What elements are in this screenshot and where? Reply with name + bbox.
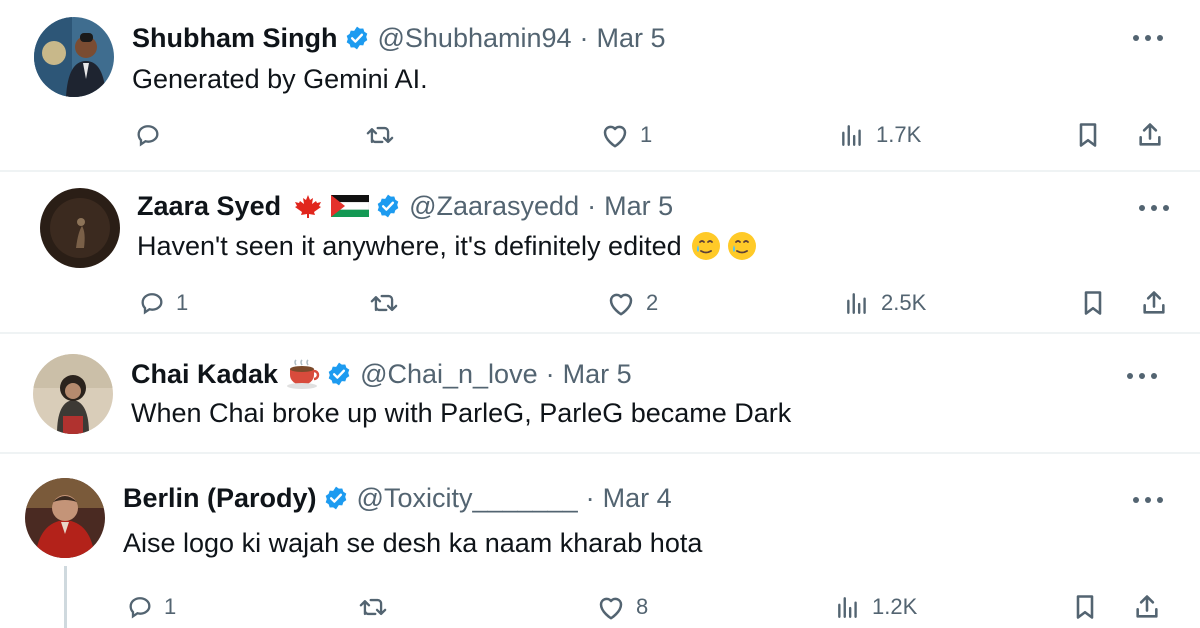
reply-count: 1 <box>164 594 177 619</box>
more-options-button[interactable] <box>1122 366 1162 386</box>
author-handle[interactable]: @Shubhamin94 <box>378 23 572 54</box>
tweet-header: Zaara Syed @Zaarasyedd · Mar 5 <box>137 190 673 222</box>
bookmark-icon <box>1076 595 1094 619</box>
tweet-text: Aise logo ki wajah se desh ka naam khara… <box>123 527 703 558</box>
author-name[interactable]: Chai Kadak <box>131 359 278 390</box>
separator-dot: · <box>545 358 555 389</box>
thread-line <box>64 566 67 628</box>
like-count: 2 <box>646 290 659 315</box>
palestine-flag-icon <box>331 193 370 219</box>
verified-badge-icon <box>323 485 349 511</box>
share-button[interactable] <box>1133 592 1161 622</box>
tweet-date[interactable]: Mar 4 <box>603 483 672 514</box>
avatar[interactable] <box>34 17 114 97</box>
views-icon <box>842 125 861 146</box>
retweet-icon <box>366 126 394 144</box>
more-options-button[interactable] <box>1128 490 1168 510</box>
reply-icon <box>137 125 159 147</box>
view-count: 1.2K <box>872 594 918 619</box>
author-handle[interactable]: @Chai_n_love <box>360 359 538 390</box>
reply-icon <box>129 597 151 619</box>
tweet-header: Shubham Singh @Shubhamin94 · Mar 5 <box>132 22 666 54</box>
tweet-date[interactable]: Mar 5 <box>604 191 673 222</box>
view-count: 2.5K <box>881 290 927 315</box>
views-icon <box>847 293 866 314</box>
more-options-button[interactable] <box>1128 28 1168 48</box>
verified-badge-icon <box>375 193 401 219</box>
tweet-date[interactable]: Mar 5 <box>597 23 666 54</box>
more-icon <box>1139 205 1169 211</box>
tear-smile-emoji-icon <box>726 230 758 262</box>
view-count: 1.7K <box>876 122 922 147</box>
bookmark-icon <box>1084 291 1102 315</box>
more-icon <box>1133 497 1163 503</box>
retweet-button[interactable] <box>365 120 395 150</box>
tweet-text: When Chai broke up with ParleG, ParleG b… <box>131 397 792 428</box>
reply-button[interactable] <box>134 120 162 150</box>
avatar[interactable] <box>25 478 105 558</box>
verified-badge-icon <box>344 25 370 51</box>
like-button[interactable]: 8 <box>596 592 648 622</box>
like-icon <box>609 293 633 316</box>
share-icon <box>1136 595 1158 618</box>
tweet-text: Generated by Gemini AI. <box>132 63 428 94</box>
like-icon <box>603 125 627 148</box>
tweet-chai[interactable]: Chai Kadak @Chai_n_love · Mar 5 When Cha… <box>0 334 1200 450</box>
retweet-button[interactable] <box>369 288 399 318</box>
bookmark-button[interactable] <box>1072 592 1098 622</box>
tweet-shubham[interactable]: Shubham Singh @Shubhamin94 · Mar 5 Gener… <box>0 0 1200 170</box>
tweet-berlin[interactable]: Berlin (Parody) @Toxicity_______ · Mar 4… <box>0 454 1200 628</box>
retweet-button[interactable] <box>358 592 388 622</box>
share-button[interactable] <box>1140 288 1168 318</box>
reply-count: 1 <box>176 290 189 315</box>
author-name[interactable]: Shubham Singh <box>132 23 338 54</box>
separator-dot: · <box>585 482 595 513</box>
share-icon <box>1139 123 1161 146</box>
share-icon <box>1143 291 1165 314</box>
author-name[interactable]: Berlin (Parody) <box>123 483 317 514</box>
more-options-button[interactable] <box>1134 198 1174 218</box>
author-handle[interactable]: @Toxicity_______ <box>357 483 578 514</box>
more-icon <box>1133 35 1163 41</box>
tweet-date[interactable]: Mar 5 <box>563 359 632 390</box>
like-count: 8 <box>636 594 649 619</box>
tweet-header: Berlin (Parody) @Toxicity_______ · Mar 4 <box>123 482 672 514</box>
tear-smile-emoji-icon <box>690 230 722 262</box>
views-button[interactable]: 1.2K <box>834 592 917 622</box>
reply-button[interactable]: 1 <box>138 288 188 318</box>
separator-dot: · <box>579 22 589 53</box>
like-button[interactable]: 1 <box>600 120 652 150</box>
retweet-icon <box>359 598 387 616</box>
author-name[interactable]: Zaara Syed <box>137 191 281 222</box>
bookmark-button[interactable] <box>1075 120 1101 150</box>
share-button[interactable] <box>1136 120 1164 150</box>
avatar[interactable] <box>40 188 120 268</box>
views-icon <box>838 597 857 618</box>
reply-button[interactable]: 1 <box>126 592 176 622</box>
more-icon <box>1127 373 1157 379</box>
bookmark-icon <box>1079 123 1097 147</box>
tweet-zaara[interactable]: Zaara Syed @Zaarasyedd · Mar 5 Haven't s… <box>0 172 1200 332</box>
like-count: 1 <box>640 122 653 147</box>
separator-dot: · <box>587 190 597 221</box>
like-icon <box>599 597 623 620</box>
views-button[interactable]: 2.5K <box>843 288 926 318</box>
views-button[interactable]: 1.7K <box>838 120 921 150</box>
tweet-text: Haven't seen it anywhere, it's definitel… <box>137 228 758 264</box>
verified-badge-icon <box>326 361 352 387</box>
bookmark-button[interactable] <box>1080 288 1106 318</box>
canada-flag-icon <box>291 193 325 219</box>
avatar[interactable] <box>33 354 113 434</box>
author-handle[interactable]: @Zaarasyedd <box>409 191 579 222</box>
retweet-icon <box>370 294 398 312</box>
tweet-header: Chai Kadak @Chai_n_love · Mar 5 <box>131 358 632 390</box>
reply-icon <box>141 293 163 315</box>
like-button[interactable]: 2 <box>606 288 658 318</box>
hot-beverage-icon <box>286 359 320 389</box>
tweet-text-content: Haven't seen it anywhere, it's definitel… <box>137 230 682 261</box>
